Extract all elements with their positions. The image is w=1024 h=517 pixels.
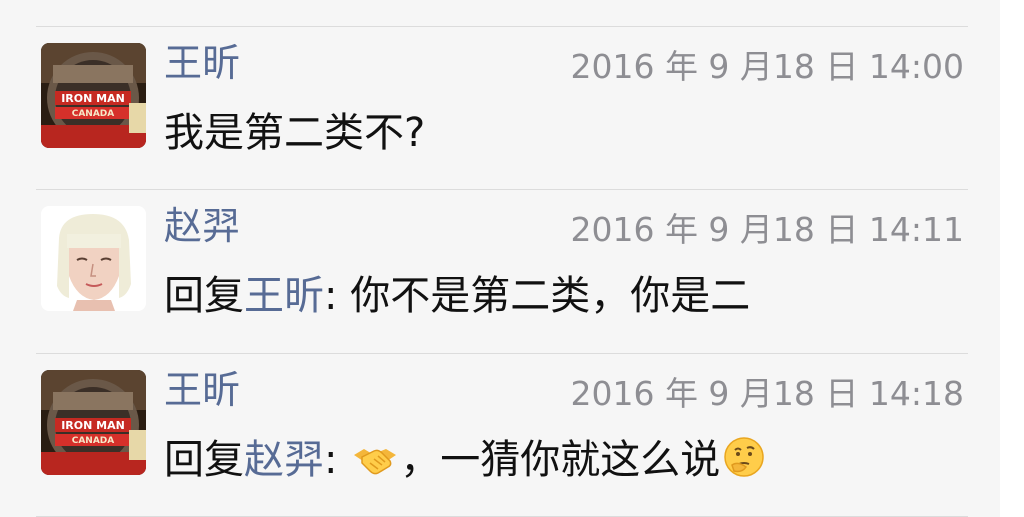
comment-author[interactable]: 王昕 [164, 39, 240, 87]
reply-to-name[interactable]: 王昕 [244, 273, 324, 319]
comment-timestamp: 2016 年 9 月18 日 14:18 [570, 374, 964, 413]
comment-text: 回复王昕: 你不是第二类，你是二 [164, 270, 750, 322]
comment-message: 你不是第二类，你是二 [350, 273, 751, 319]
ironman-canada-avatar-icon: IRON MAN CANADA [41, 43, 146, 148]
svg-text:CANADA: CANADA [72, 109, 115, 119]
reply-to-name[interactable]: 赵羿 [244, 437, 324, 483]
comment-timestamp: 2016 年 9 月18 日 14:00 [570, 47, 964, 86]
svg-text:IRON MAN: IRON MAN [61, 419, 125, 432]
svg-text:CANADA: CANADA [72, 436, 115, 446]
avatar[interactable]: IRON MAN CANADA [41, 370, 146, 475]
thinking-face-emoji-icon [722, 435, 766, 492]
illustrated-portrait-avatar-icon [41, 206, 146, 311]
reply-prefix: 回复 [164, 273, 244, 319]
page-margin [1000, 0, 1024, 517]
comment-text: 回复赵羿: ，一猜你就这么说 [164, 434, 768, 492]
comment-feed: IRON MAN CANADA 王昕 2016 年 9 月18 日 14:00 … [0, 0, 1000, 517]
reply-separator: : [324, 273, 351, 319]
ironman-canada-avatar-icon: IRON MAN CANADA [41, 370, 146, 475]
comment-author[interactable]: 王昕 [164, 366, 240, 414]
comment-timestamp: 2016 年 9 月18 日 14:11 [570, 210, 964, 249]
comment-item: IRON MAN CANADA 王昕 2016 年 9 月18 日 14:00 … [0, 27, 1000, 187]
reply-separator: : [324, 437, 351, 483]
comment-item: IRON MAN CANADA 王昕 2016 年 9 月18 日 14:18 … [0, 354, 1000, 514]
svg-text:IRON MAN: IRON MAN [61, 92, 125, 105]
comment-author[interactable]: 赵羿 [164, 202, 240, 250]
reply-prefix: 回复 [164, 437, 244, 483]
comment-item: 赵羿 2016 年 9 月18 日 14:11 回复王昕: 你不是第二类，你是二 [0, 190, 1000, 350]
handshake-emoji-icon [352, 439, 398, 492]
comment-message: ，一猜你就这么说 [400, 437, 721, 483]
comment-text: 我是第二类不? [164, 110, 426, 156]
avatar[interactable]: IRON MAN CANADA [41, 43, 146, 148]
avatar[interactable] [41, 206, 146, 311]
